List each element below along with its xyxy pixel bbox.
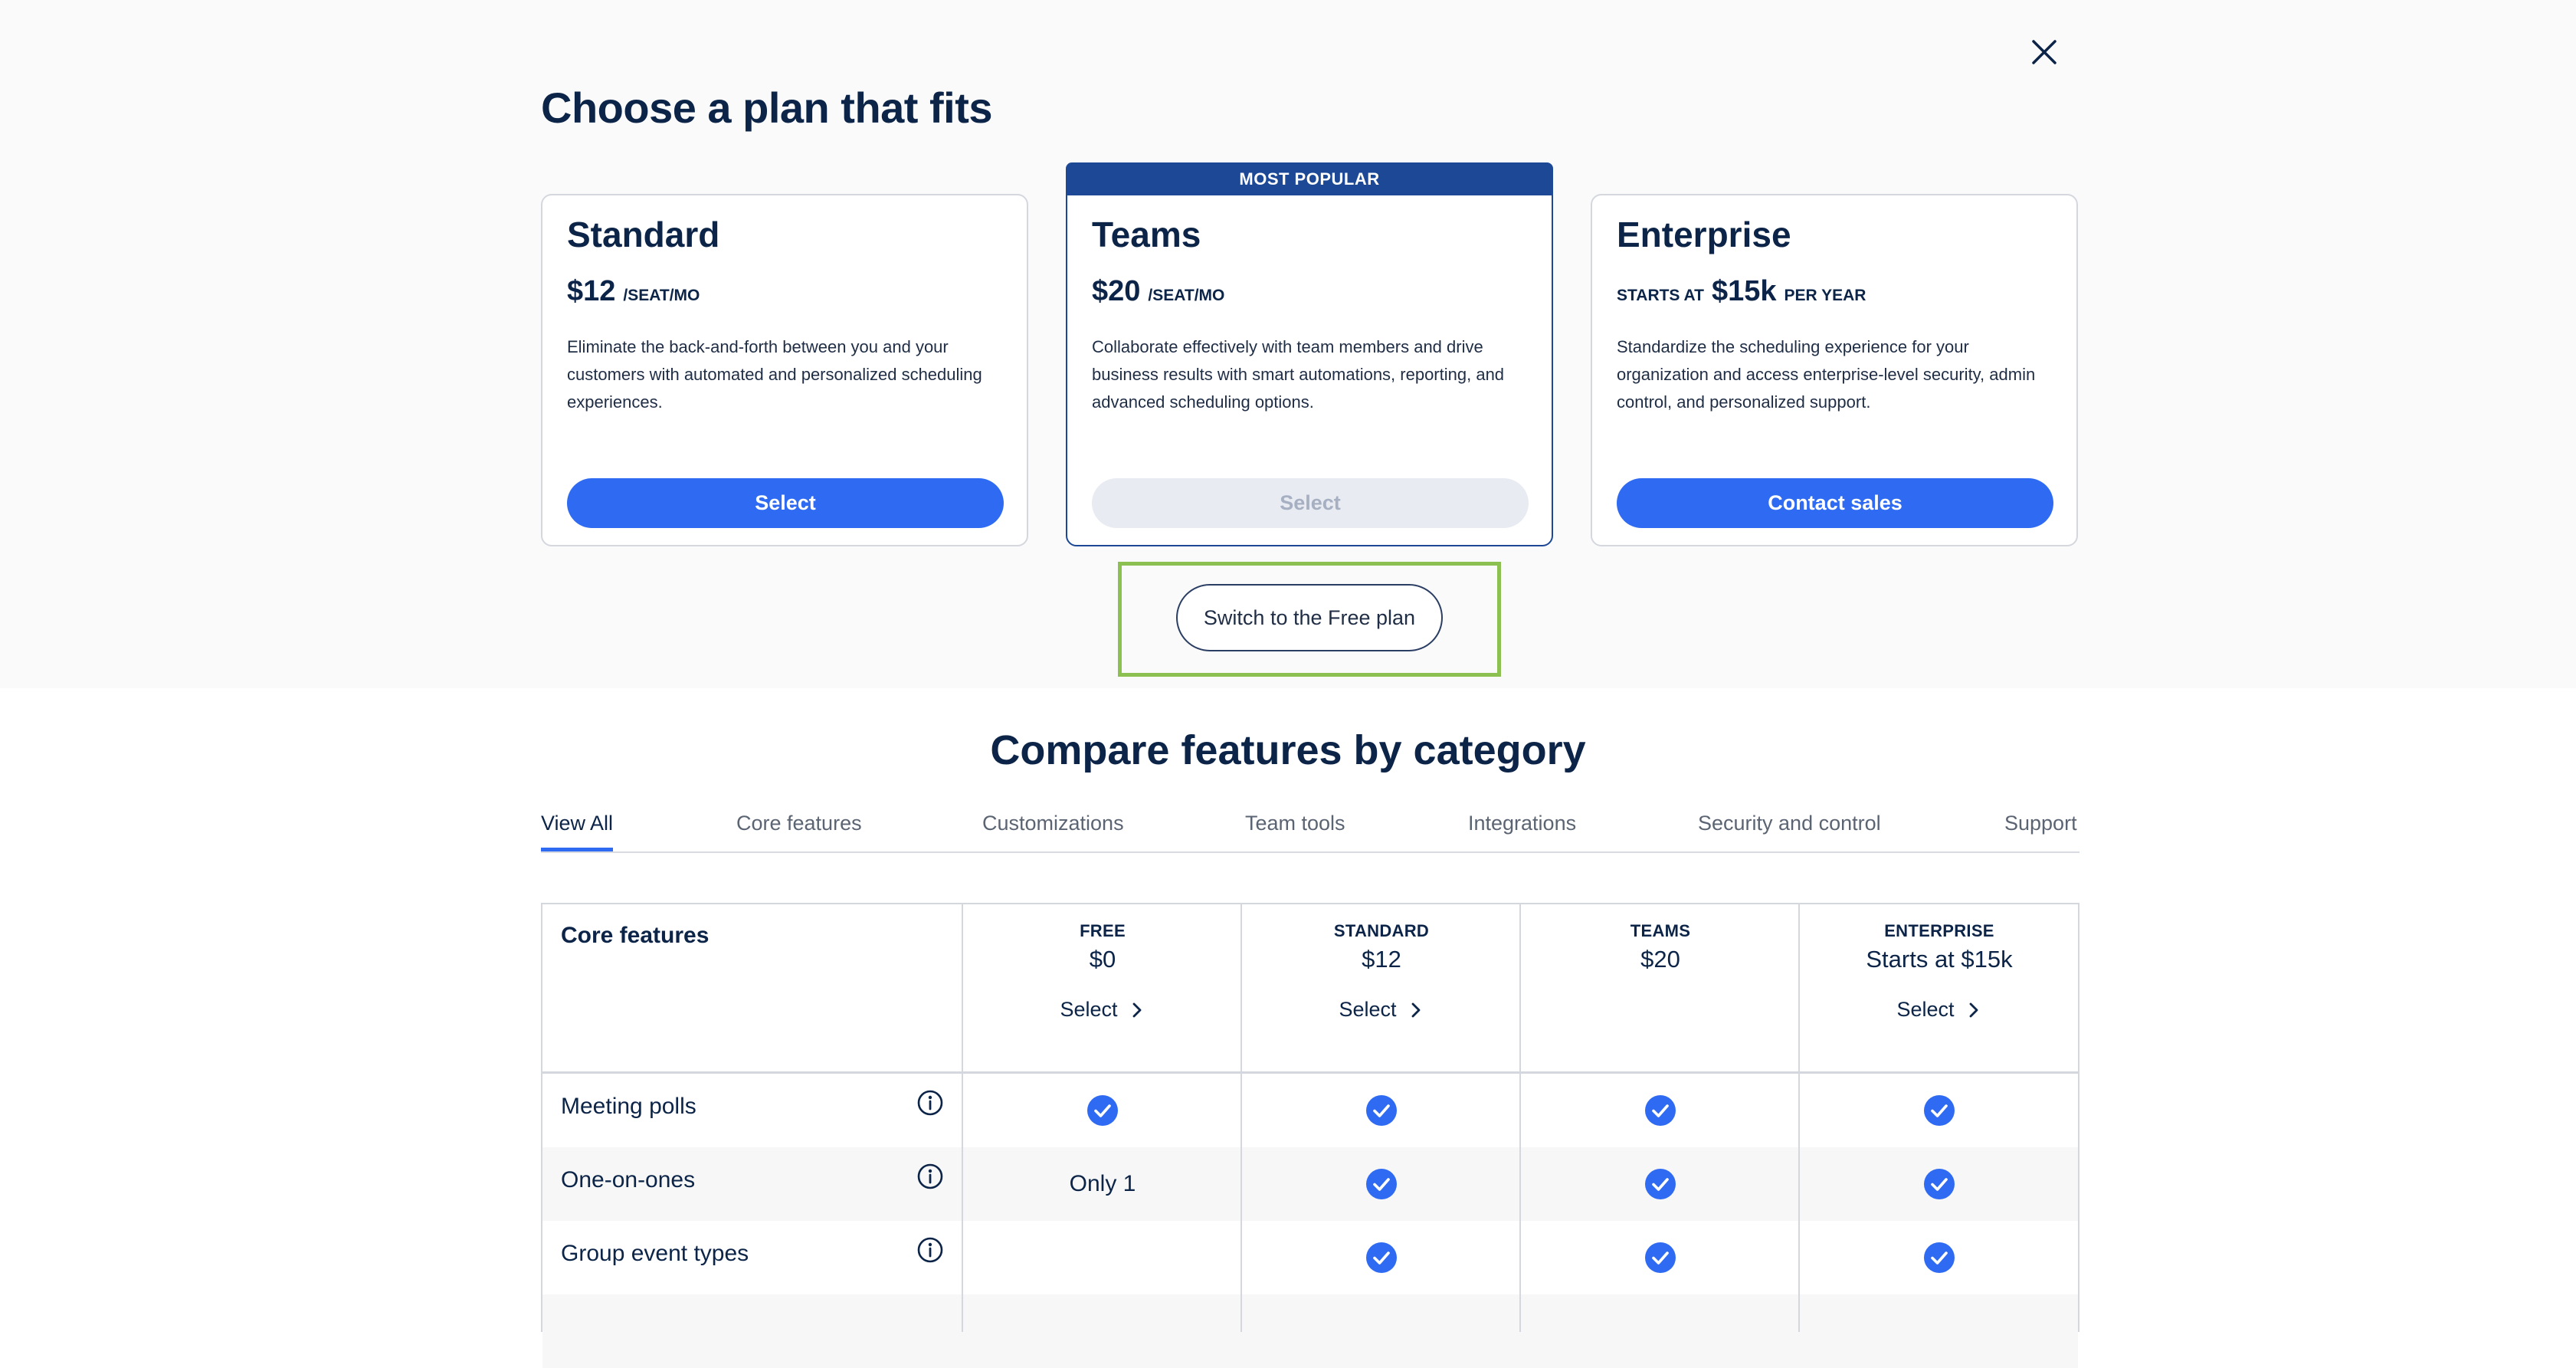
- check-cell: [1242, 1074, 1521, 1147]
- category-title: Core features: [561, 923, 710, 948]
- price-amount: $20: [1092, 275, 1141, 307]
- plan-name: Teams: [1092, 215, 1201, 254]
- tab-support[interactable]: Support: [2004, 812, 2077, 835]
- column-name: STANDARD: [1333, 921, 1430, 940]
- select-standard-link[interactable]: Select: [1242, 998, 1521, 1022]
- check-circle-icon: [1924, 1242, 1955, 1273]
- column-name: TEAMS: [1630, 921, 1691, 940]
- switch-to-free-plan-button[interactable]: Switch to the Free plan: [1176, 584, 1443, 651]
- chevron-right-icon: [1969, 1002, 1978, 1017]
- column-divider: [1240, 904, 1242, 1332]
- select-enterprise-link[interactable]: Select: [1800, 998, 2079, 1022]
- price-amount: $12: [567, 275, 616, 307]
- check-cell: [1242, 1221, 1521, 1294]
- plan-price: STARTS AT $15k PER YEAR: [1617, 275, 1866, 308]
- close-icon: [2032, 40, 2057, 64]
- plan-name: Enterprise: [1617, 215, 1791, 254]
- feature-comparison-table: Core features FREE $0 Select STANDARD $1…: [541, 903, 2079, 1368]
- table-row: One-on-ones Only 1: [542, 1147, 2078, 1221]
- select-label: Select: [1060, 998, 1118, 1021]
- check-cell: [1521, 1221, 1800, 1294]
- column-price: Starts at $15k: [1866, 946, 2013, 973]
- compare-title: Compare features by category: [990, 727, 1586, 773]
- tab-view-all[interactable]: View All: [541, 812, 614, 851]
- check-cell: [1800, 1221, 2079, 1294]
- table-row: [542, 1294, 2078, 1368]
- most-popular-badge: MOST POPULAR: [1066, 162, 1553, 195]
- tab-customizations[interactable]: Customizations: [982, 812, 1124, 835]
- info-icon[interactable]: [916, 1089, 944, 1117]
- column-divider: [962, 904, 963, 1332]
- page-title: Choose a plan that fits: [541, 84, 993, 132]
- check-cell: [1800, 1147, 2079, 1221]
- check-circle-icon: [1366, 1242, 1397, 1273]
- check-cell: [1521, 1147, 1800, 1221]
- column-name: ENTERPRISE: [1884, 921, 1994, 940]
- column-header-enterprise: ENTERPRISE Starts at $15k Select: [1800, 921, 2079, 1071]
- table-row: Group event types: [542, 1221, 2078, 1294]
- plan-price: $12 /SEAT/MO: [567, 275, 700, 308]
- plan-card-teams: Teams $20 /SEAT/MO Collaborate effective…: [1066, 194, 1553, 546]
- check-circle-icon: [1366, 1169, 1397, 1199]
- check-circle-icon: [1924, 1169, 1955, 1199]
- price-amount: $15k: [1711, 275, 1777, 307]
- check-circle-icon: [1924, 1095, 1955, 1126]
- check-cell: [1800, 1074, 2079, 1147]
- contact-sales-button[interactable]: Contact sales: [1617, 478, 2053, 528]
- info-icon[interactable]: [916, 1236, 944, 1264]
- check-circle-icon: [1645, 1095, 1676, 1126]
- plan-description: Collaborate effectively with team member…: [1092, 337, 1505, 412]
- price-unit: /SEAT/MO: [623, 287, 700, 304]
- check-cell: [1242, 1147, 1521, 1221]
- feature-label: One-on-ones: [561, 1167, 696, 1192]
- column-header-free: FREE $0 Select: [963, 921, 1242, 1071]
- table-row: Meeting polls: [542, 1074, 2078, 1147]
- select-teams-button[interactable]: Select: [1092, 478, 1529, 528]
- feature-label: Meeting polls: [561, 1094, 696, 1119]
- select-label: Select: [1896, 998, 1955, 1021]
- chevron-right-icon: [1411, 1002, 1420, 1017]
- price-unit: /SEAT/MO: [1148, 287, 1225, 304]
- price-unit: PER YEAR: [1784, 287, 1866, 304]
- plan-card-enterprise: Enterprise STARTS AT $15k PER YEAR Stand…: [1591, 194, 2078, 546]
- check-circle-icon: [1645, 1169, 1676, 1199]
- empty-cell: [963, 1221, 1242, 1294]
- select-standard-button[interactable]: Select: [567, 478, 1004, 528]
- column-divider: [1519, 904, 1521, 1332]
- chevron-right-icon: [1132, 1002, 1141, 1017]
- column-price: $12: [1362, 946, 1401, 973]
- column-header-teams: TEAMS $20: [1521, 921, 1800, 1071]
- price-prefix: STARTS AT: [1617, 287, 1704, 304]
- tab-integrations[interactable]: Integrations: [1468, 812, 1576, 835]
- plan-price: $20 /SEAT/MO: [1092, 275, 1224, 308]
- close-button[interactable]: [2023, 31, 2066, 74]
- column-price: $20: [1640, 946, 1680, 973]
- info-icon[interactable]: [916, 1163, 944, 1190]
- column-price: $0: [1089, 946, 1116, 973]
- plan-description: Standardize the scheduling experience fo…: [1617, 337, 2036, 412]
- column-divider: [1798, 904, 1800, 1332]
- feature-label: Group event types: [561, 1241, 749, 1266]
- check-cell: [963, 1074, 1242, 1147]
- plan-card-standard: Standard $12 /SEAT/MO Eliminate the back…: [541, 194, 1028, 546]
- column-name: FREE: [1080, 921, 1126, 940]
- category-tabs: View All Core features Customizations Te…: [541, 809, 2079, 853]
- check-circle-icon: [1366, 1095, 1397, 1126]
- plan-description: Eliminate the back-and-forth between you…: [567, 337, 982, 412]
- tab-team-tools[interactable]: Team tools: [1245, 812, 1345, 835]
- text-cell: Only 1: [1069, 1171, 1136, 1196]
- check-circle-icon: [1087, 1095, 1118, 1126]
- tab-core-features[interactable]: Core features: [736, 812, 862, 835]
- check-circle-icon: [1645, 1242, 1676, 1273]
- column-header-standard: STANDARD $12 Select: [1242, 921, 1521, 1071]
- tab-security-and-control[interactable]: Security and control: [1698, 812, 1881, 835]
- plan-name: Standard: [567, 215, 720, 254]
- select-label: Select: [1339, 998, 1397, 1021]
- select-free-link[interactable]: Select: [963, 998, 1242, 1022]
- check-cell: [1521, 1074, 1800, 1147]
